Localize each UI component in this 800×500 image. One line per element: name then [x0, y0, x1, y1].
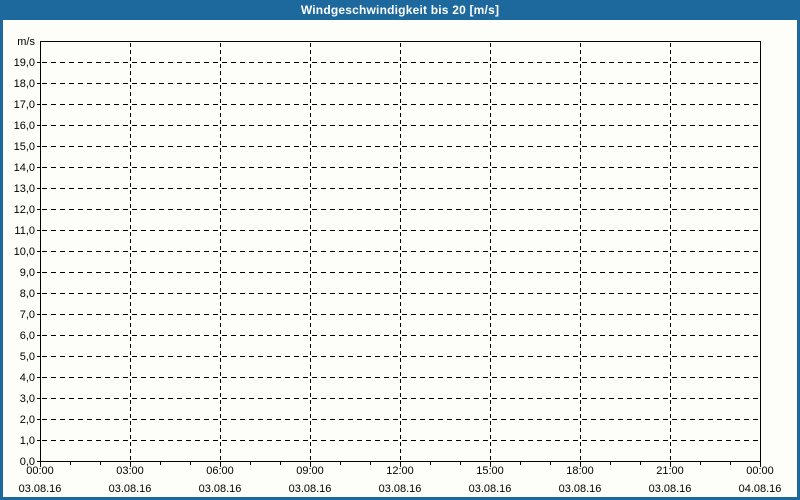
y-axis-tick-label: 11,0 [14, 225, 35, 237]
x-axis-date-label: 03.08.16 [19, 483, 62, 495]
y-axis-tick-label: 9,0 [20, 267, 35, 279]
y-axis-tick-label: 8,0 [20, 288, 35, 300]
x-axis-time-label: 21:00 [656, 465, 684, 477]
x-axis-date-label: 03.08.16 [379, 483, 422, 495]
x-axis-time-label: 12:00 [386, 465, 414, 477]
x-axis-time-label: 00:00 [746, 465, 774, 477]
y-axis-tick-label: 4,0 [20, 372, 35, 384]
y-axis-unit-label: m/s [17, 36, 35, 48]
x-axis-date-label: 03.08.16 [469, 483, 512, 495]
chart-window: Windgeschwindigkeit bis 20 [m/s] 0,0 1,0 2… [0, 0, 800, 500]
y-axis-tick-label: 19,0 [14, 57, 35, 69]
wind-speed-chart: 0,01,02,03,04,05,06,07,08,09,010,011,012… [14, 36, 782, 495]
y-axis-tick-label: 2,0 [20, 414, 35, 426]
x-axis-time-label: 15:00 [476, 465, 504, 477]
y-axis-tick-label: 13,0 [14, 183, 35, 195]
y-axis-tick-label: 5,0 [20, 351, 35, 363]
x-axis-date-label: 03.08.16 [559, 483, 602, 495]
y-axis-tick-label: 12,0 [14, 204, 35, 216]
y-axis-tick-label: 15,0 [14, 141, 35, 153]
x-axis-time-label: 09:00 [296, 465, 324, 477]
y-axis-tick-label: 14,0 [14, 162, 35, 174]
x-axis-date-label: 03.08.16 [109, 483, 152, 495]
x-axis-date-label: 04.08.16 [739, 483, 782, 495]
y-axis-tick-label: 1,0 [20, 435, 35, 447]
y-axis-tick-label: 17,0 [14, 99, 35, 111]
x-axis-time-label: 18:00 [566, 465, 594, 477]
x-axis-date-label: 03.08.16 [289, 483, 332, 495]
y-axis-tick-label: 18,0 [14, 78, 35, 90]
x-axis-time-label: 00:00 [26, 465, 54, 477]
x-axis-time-label: 06:00 [206, 465, 234, 477]
y-axis-tick-label: 3,0 [20, 393, 35, 405]
plot-border [40, 41, 761, 462]
x-axis-time-label: 03:00 [116, 465, 144, 477]
x-axis-date-label: 03.08.16 [649, 483, 692, 495]
y-axis-tick-label: 16,0 [14, 120, 35, 132]
y-axis-tick-label: 6,0 [20, 330, 35, 342]
y-axis-tick-label: 10,0 [14, 246, 35, 258]
x-axis-date-label: 03.08.16 [199, 483, 242, 495]
y-axis-tick-label: 7,0 [20, 309, 35, 321]
